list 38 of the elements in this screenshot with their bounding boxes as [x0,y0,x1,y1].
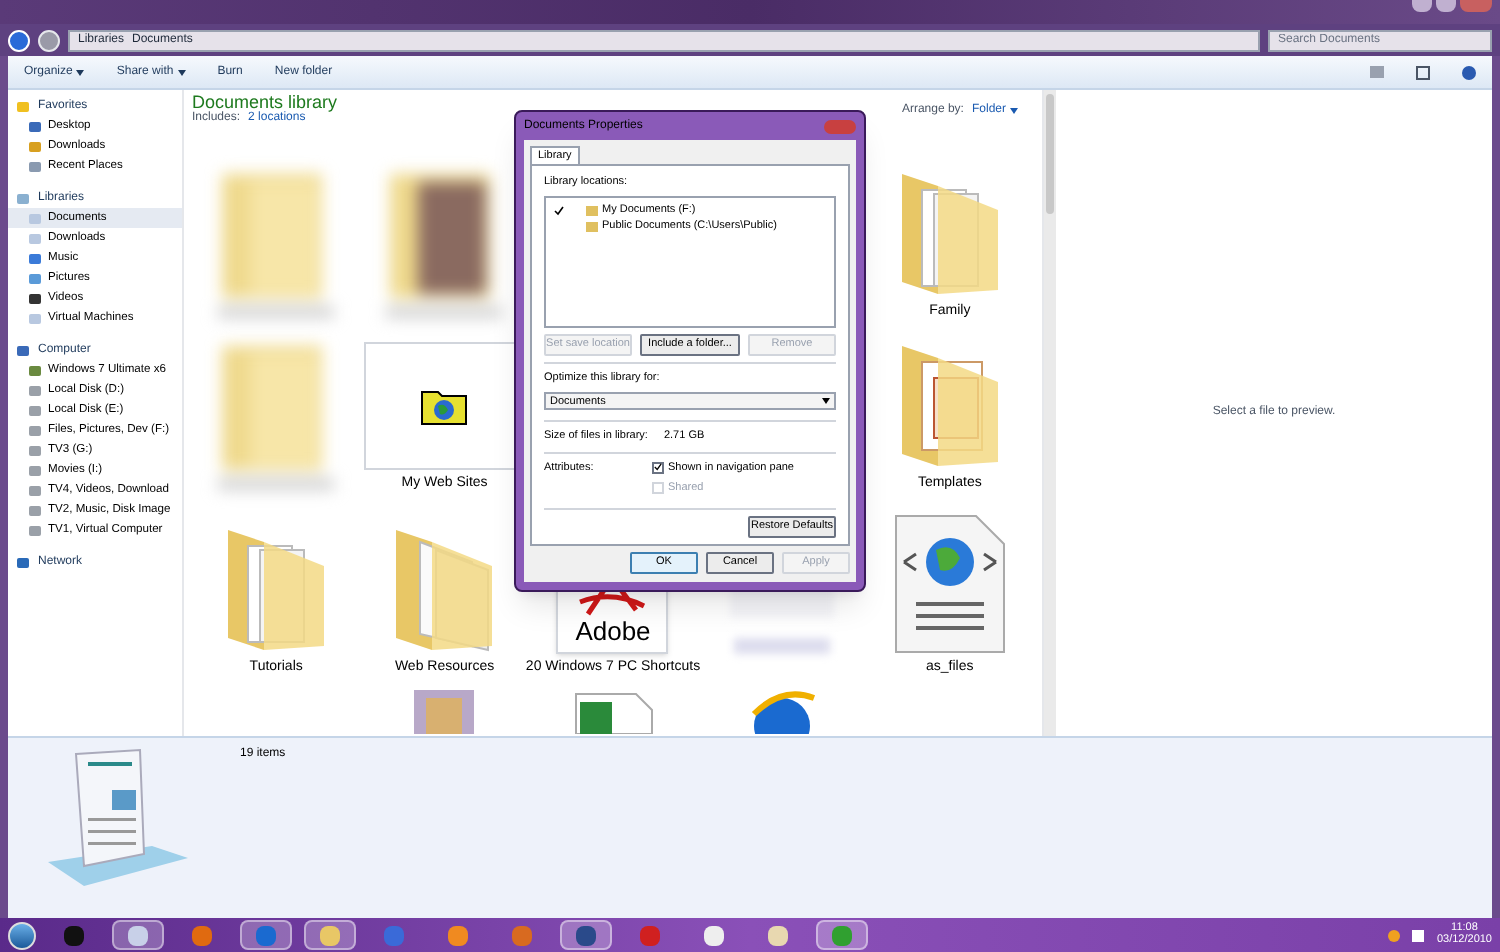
taskbar-app[interactable] [240,920,292,950]
html-file-icon [891,513,1008,653]
app-icon [640,925,660,945]
app-icon [256,925,276,945]
app-icon [128,925,148,945]
globe-folder-icon [420,385,469,425]
volume-icon[interactable] [1412,929,1425,941]
taskbar-app[interactable] [304,920,356,950]
forward-button[interactable] [38,29,60,51]
taskbar-app[interactable] [816,920,868,950]
caret-icon [76,69,85,75]
help-icon[interactable] [1462,65,1476,79]
app-icon [576,925,596,945]
start-button[interactable] [8,921,36,949]
app-icon [512,925,532,945]
app-icon [192,925,212,945]
minimize-button[interactable] [1412,0,1432,12]
library-title: Documents library [192,94,338,112]
check-icon [654,462,662,473]
checkbox[interactable] [652,461,664,474]
taskbar-app[interactable] [560,920,612,950]
tray-icon[interactable] [1388,929,1401,941]
app-icon [64,925,84,945]
maximize-button[interactable] [1436,0,1456,12]
app-icon [320,925,340,945]
app-icon [704,925,724,945]
pane-icon[interactable] [1416,65,1430,79]
nav-icon [16,556,30,570]
app-icon [384,925,404,945]
app-icon [768,925,788,945]
caret-icon [177,69,186,75]
app-icon [832,925,852,945]
taskbar-app[interactable] [112,920,164,950]
back-button[interactable] [8,29,30,51]
app-icon [448,925,468,945]
caret-icon [822,398,830,405]
caret-icon [1010,108,1018,114]
scrollbar-thumb[interactable] [1046,94,1054,214]
